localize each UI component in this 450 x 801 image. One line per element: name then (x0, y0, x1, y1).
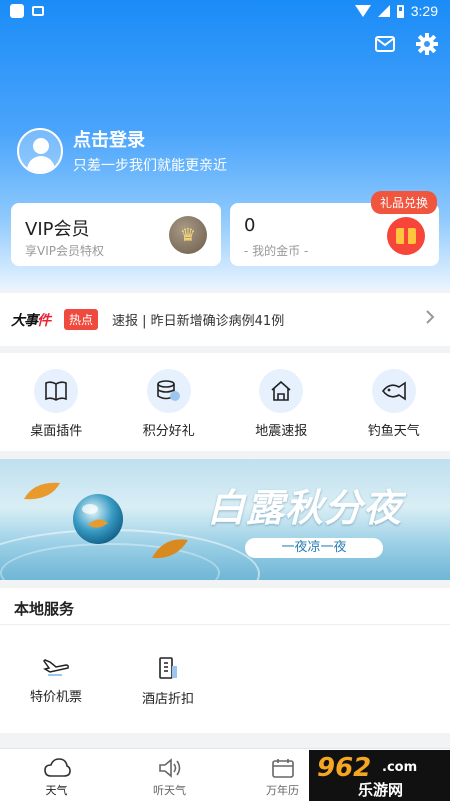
cloud-icon (43, 758, 71, 777)
status-bar: 3:29 (0, 0, 450, 24)
calendar-icon (271, 759, 294, 778)
service-hotels[interactable]: 酒店折扣 (113, 656, 223, 707)
quick-action-label: 桌面插件 (30, 424, 83, 439)
quick-action-label: 钓鱼天气 (367, 424, 420, 439)
local-services: 本地服务 特价机票 酒店折扣 (0, 588, 450, 733)
battery-icon (396, 4, 404, 18)
coin-card[interactable]: 0 - 我的金币 - 礼品兑换 (230, 191, 439, 266)
status-time: 3:29 (410, 3, 438, 19)
quick-action-points[interactable]: 积分好礼 (113, 353, 226, 451)
quick-action-label: 地震速报 (255, 424, 308, 439)
gift-exchange-badge[interactable]: 礼品兑换 (370, 191, 437, 214)
gear-icon[interactable] (416, 33, 438, 55)
quick-action-label: 积分好礼 (142, 424, 195, 439)
login-subtitle: 只差一步我们就能更亲近 (73, 158, 227, 174)
book-icon (34, 369, 79, 413)
service-label: 特价机票 (29, 690, 82, 705)
fish-icon (371, 369, 416, 413)
chevron-right-icon[interactable] (422, 309, 438, 325)
plane-icon (43, 659, 69, 676)
message-notification-icon (32, 6, 44, 16)
app-notification-icon (10, 4, 24, 18)
house-icon (259, 369, 304, 413)
coin-subtitle: - 我的金币 - (244, 244, 309, 258)
vip-title: VIP会员 (25, 219, 90, 240)
tab-listen-weather[interactable]: 听天气 (113, 749, 226, 801)
watermark-name: 乐游网 (358, 781, 404, 799)
vip-subtitle: 享VIP会员特权 (25, 244, 104, 258)
promo-banner[interactable]: 白露秋分夜 一夜凉一夜 (0, 459, 450, 580)
banner-subtitle: 一夜凉一夜 (245, 538, 383, 558)
wifi-icon (354, 5, 371, 17)
quick-action-fishing[interactable]: 钓鱼天气 (338, 353, 450, 451)
local-services-title: 本地服务 (14, 600, 75, 618)
tab-label: 听天气 (153, 784, 186, 797)
coin-value: 0 (244, 215, 256, 236)
quick-actions: 桌面插件 积分好礼 地震速报 钓鱼天气 (0, 353, 450, 451)
gift-icon (387, 217, 425, 255)
vip-card[interactable]: VIP会员 享VIP会员特权 ♛ (11, 203, 221, 266)
news-logo-accent: 件 (37, 312, 51, 329)
tab-label: 万年历 (266, 784, 299, 797)
hot-tag: 热点 (64, 309, 99, 330)
speaker-icon (158, 758, 180, 778)
watermark-domain: .com (382, 760, 418, 775)
service-label: 酒店折扣 (141, 692, 194, 707)
mail-icon[interactable] (374, 33, 396, 55)
news-logo-main: 大事 (11, 312, 38, 329)
signal-icon (377, 5, 390, 17)
news-bar[interactable]: 大事件 热点 速报 | 昨日新增确诊病例41例 (0, 293, 450, 346)
tab-label: 天气 (45, 784, 68, 797)
leaf-icon (152, 539, 188, 559)
coins-icon (146, 369, 191, 413)
news-headline[interactable]: 速报 | 昨日新增确诊病例41例 (112, 310, 284, 329)
watermark-logo: 962 .com 乐游网 (309, 750, 450, 801)
login-area[interactable]: 点击登录 只差一步我们就能更亲近 (17, 126, 227, 175)
news-logo: 大事件 (11, 310, 51, 330)
header-actions (374, 33, 438, 55)
tab-weather[interactable]: 天气 (0, 749, 113, 801)
login-title[interactable]: 点击登录 (73, 126, 227, 152)
service-flights[interactable]: 特价机票 (1, 656, 111, 705)
avatar[interactable] (17, 127, 63, 174)
leaf-icon (24, 482, 60, 500)
banner-title: 白露秋分夜 (207, 485, 403, 530)
water-drop-icon (73, 494, 123, 544)
quick-action-widget[interactable]: 桌面插件 (0, 353, 113, 451)
hotel-icon (159, 657, 177, 679)
crown-icon: ♛ (169, 216, 207, 254)
quick-action-earthquake[interactable]: 地震速报 (225, 353, 338, 451)
